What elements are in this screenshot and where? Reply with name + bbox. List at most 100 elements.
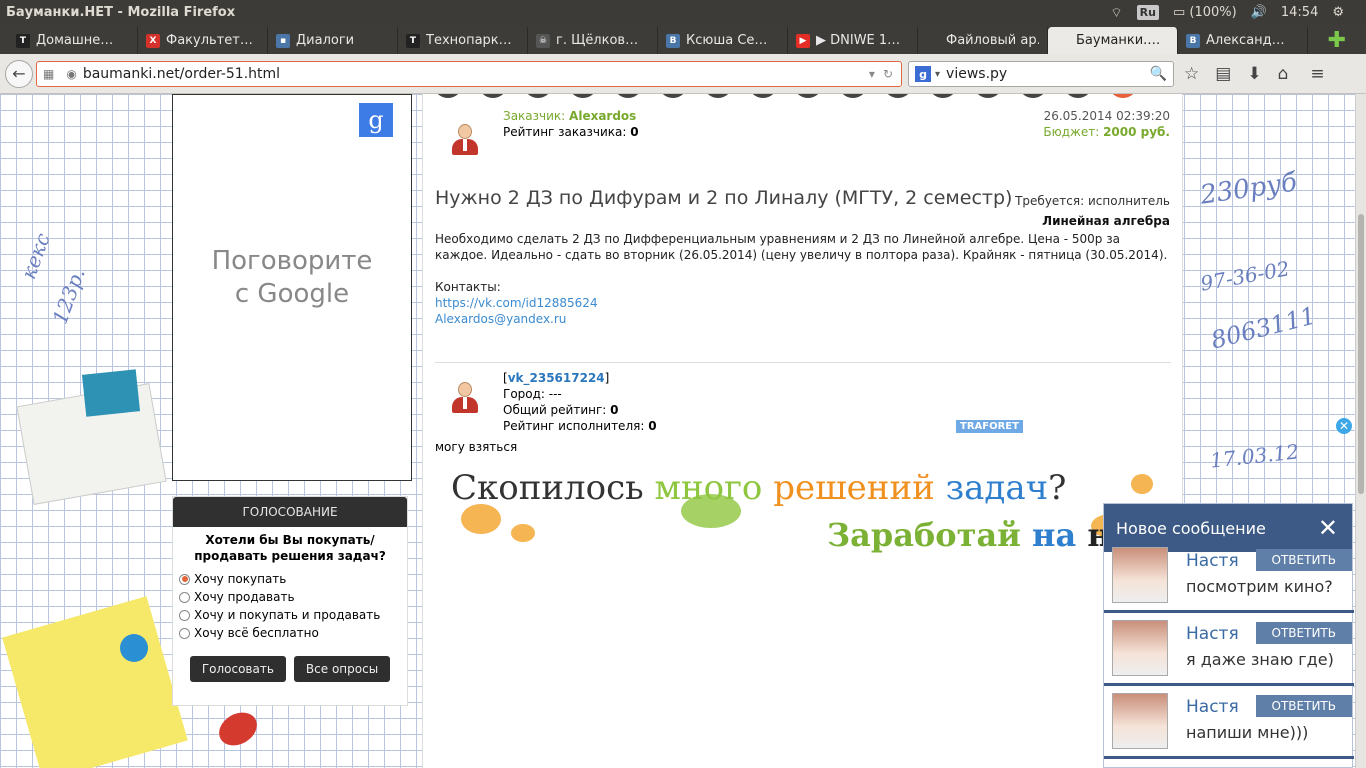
clock[interactable]: 14:54	[1281, 5, 1318, 20]
poll-option-label: Хочу покупать	[194, 572, 287, 586]
radio-button[interactable]	[179, 573, 190, 585]
tab-7[interactable]: Файловый ар…	[918, 27, 1048, 54]
reply-button[interactable]: ОТВЕТИТЬ	[1255, 622, 1352, 644]
battery-percent: (100%)	[1189, 5, 1237, 20]
radio-button[interactable]	[179, 591, 190, 603]
tab-2[interactable]: ▪ Диалоги	[268, 27, 398, 54]
tab-favicon-icon	[1056, 33, 1070, 48]
order-description: Необходимо сделать 2 ДЗ по Дифференциаль…	[435, 231, 1175, 327]
nav-dot-button[interactable]	[613, 94, 643, 98]
close-ad-icon[interactable]: ✕	[1336, 418, 1352, 434]
tab-9[interactable]: B Александ…	[1178, 27, 1308, 54]
email-link[interactable]: Alexardos@yandex.ru	[435, 312, 566, 326]
search-text: views.py	[946, 66, 1008, 82]
nav-dot-button[interactable]	[793, 94, 823, 98]
chat-sender: Настя	[1186, 624, 1239, 644]
handwriting-left-1: кекс	[16, 229, 55, 283]
chat-message[interactable]: Настя напиши мне))) ОТВЕТИТЬ	[1104, 685, 1354, 759]
vk-link[interactable]: https://vk.com/id12885624	[435, 296, 598, 310]
nav-dot-button[interactable]	[1018, 94, 1048, 98]
bookmarks-list-icon[interactable]: ▤	[1215, 64, 1231, 84]
dropdown-icon[interactable]: ▾	[869, 67, 875, 81]
google-ad[interactable]: g Поговорите с Google	[172, 94, 412, 481]
executor-comment: могу взяться	[435, 440, 518, 454]
scrollbar[interactable]	[1355, 94, 1366, 768]
nav-dot-button[interactable]	[433, 94, 463, 98]
back-button[interactable]: ←	[5, 59, 33, 88]
chat-title: Новое сообщение	[1116, 518, 1266, 538]
nav-dot-button[interactable]	[658, 94, 688, 98]
address-bar[interactable]: ▦ ◉ baumanki.net/order-51.html ▾ ↻	[36, 61, 902, 87]
tab-1[interactable]: X Факультет…	[138, 27, 268, 54]
poll-option[interactable]: Хочу и покупать и продавать	[179, 606, 407, 624]
reply-button[interactable]: ОТВЕТИТЬ	[1255, 695, 1352, 717]
tab-0[interactable]: T Домашне…	[8, 27, 138, 54]
nav-dot-button[interactable]	[973, 94, 1003, 98]
nav-dot-button[interactable]	[478, 94, 508, 98]
chat-message[interactable]: Настя я даже знаю где) ОТВЕТИТЬ	[1104, 612, 1354, 686]
customer-label: Заказчик:	[503, 109, 566, 123]
poll-question: Хотели бы Вы покупать/продавать решения …	[194, 533, 386, 563]
nav-dot-button[interactable]	[568, 94, 598, 98]
customer-info: Заказчик: Alexardos Рейтинг заказчика: 0	[503, 108, 639, 140]
order-subject[interactable]: Линейная алгебра	[1015, 211, 1170, 231]
tab-label: Диалоги	[296, 33, 355, 48]
radio-button[interactable]	[179, 627, 190, 639]
banner-word-2: много	[654, 468, 763, 508]
chat-sender: Настя	[1186, 697, 1239, 717]
close-icon[interactable]: ✕	[1318, 514, 1338, 542]
nav-dot-button[interactable]	[1108, 94, 1138, 98]
bookmark-star-icon[interactable]: ☆	[1184, 64, 1199, 84]
executor-name[interactable]: vk_235617224	[508, 371, 605, 385]
contacts-label: Контакты:	[435, 280, 501, 294]
nav-dot-button[interactable]	[928, 94, 958, 98]
nav-dot-button[interactable]	[523, 94, 553, 98]
traforet-badge[interactable]: TRAFORET	[956, 420, 1023, 433]
radio-button[interactable]	[179, 609, 190, 621]
executor-info: [vk_235617224] Город: --- Общий рейтинг:…	[503, 371, 657, 433]
reply-button[interactable]: ОТВЕТИТЬ	[1255, 549, 1352, 571]
menu-icon[interactable]: ≡	[1310, 64, 1324, 84]
home-icon[interactable]: ⌂	[1278, 64, 1289, 84]
nav-dot-button[interactable]	[883, 94, 913, 98]
poll-option[interactable]: Хочу продавать	[179, 588, 407, 606]
ad-text: Поговорите с Google	[173, 245, 411, 311]
downloads-icon[interactable]: ⬇	[1247, 64, 1261, 84]
vote-button[interactable]: Голосовать	[189, 656, 286, 682]
tab-label: Технопарк…	[426, 33, 512, 48]
tab-4[interactable]: ☠ г. Щёлков…	[528, 27, 658, 54]
wifi-icon[interactable]: ⌔	[1110, 5, 1122, 21]
tab-3[interactable]: T Технопарк…	[398, 27, 528, 54]
banner-splat	[511, 524, 535, 542]
tab-8[interactable]: Бауманки.…	[1048, 27, 1178, 54]
nav-dot-button[interactable]	[748, 94, 778, 98]
chat-message[interactable]: Настя посмотрим кино? ОТВЕТИТЬ	[1104, 539, 1354, 613]
keyboard-layout-indicator[interactable]: Ru	[1136, 5, 1159, 20]
tab-5[interactable]: B Ксюша Се…	[658, 27, 788, 54]
tab-label: Домашне…	[36, 33, 114, 48]
tab-6[interactable]: ▶ ▶ DNIWE 1…	[788, 27, 918, 54]
decor-blue-tape	[81, 369, 141, 417]
nav-dot-button[interactable]	[838, 94, 868, 98]
reload-icon[interactable]: ↻	[883, 67, 893, 81]
nav-dot-button[interactable]	[703, 94, 733, 98]
google-icon[interactable]: g	[915, 66, 931, 82]
banner-splat	[1131, 474, 1153, 494]
poll-option[interactable]: Хочу покупать	[179, 570, 407, 588]
nav-dot-button[interactable]	[1063, 94, 1093, 98]
power-icon[interactable]: ⚙	[1332, 5, 1344, 20]
customer-name[interactable]: Alexardos	[569, 109, 636, 123]
customer-rating: 0	[630, 125, 639, 139]
battery-indicator[interactable]: ▭ (100%)	[1173, 5, 1237, 20]
decor-red-pushpin-icon	[213, 706, 263, 752]
search-icon[interactable]: 🔍	[1150, 66, 1167, 82]
handwriting-right-2: 97-36-02	[1198, 256, 1292, 296]
all-polls-button[interactable]: Все опросы	[293, 656, 391, 682]
scrollbar-thumb[interactable]	[1358, 214, 1364, 494]
promo-banner[interactable]: Скопилось много решений задач? Заработай…	[451, 464, 1171, 564]
volume-icon[interactable]: 🔊	[1251, 5, 1267, 20]
tab-favicon-icon: T	[16, 33, 30, 48]
search-bar[interactable]: g ▾ views.py 🔍	[908, 61, 1174, 87]
poll-option[interactable]: Хочу всё бесплатно	[179, 624, 407, 642]
new-tab-button[interactable]: ✚	[1328, 27, 1366, 54]
